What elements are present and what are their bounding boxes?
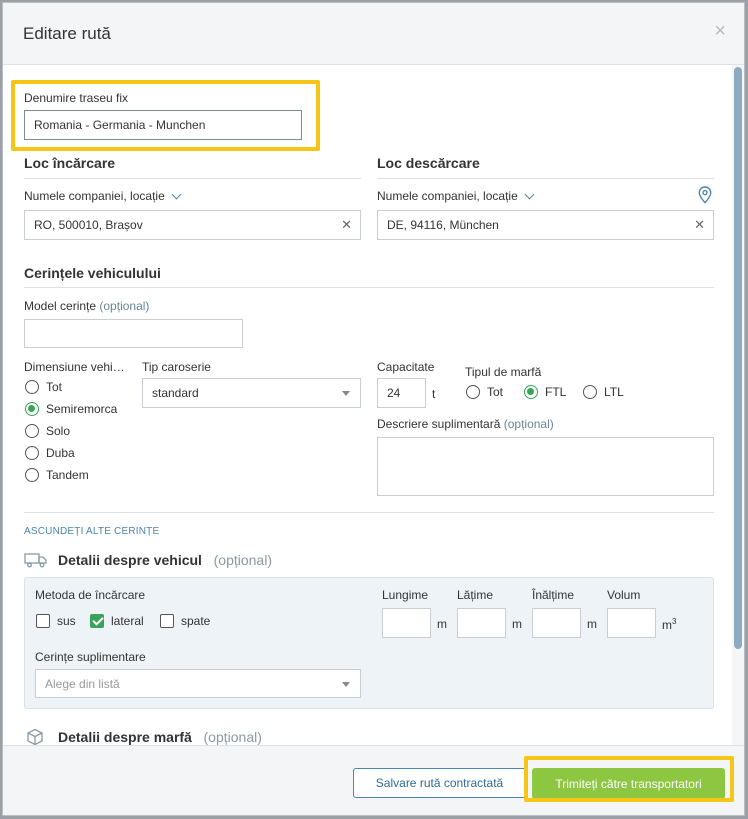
route-name-input[interactable]: Romania - Germania - Munchen	[24, 110, 302, 140]
unit-label: m	[437, 617, 447, 631]
divider	[24, 287, 714, 288]
loading-method-checkbox-spate[interactable]	[160, 614, 174, 628]
width-label: Lățime	[457, 588, 494, 602]
divider	[24, 178, 361, 179]
unit-label: m	[587, 617, 597, 631]
chevron-down-icon	[524, 189, 535, 200]
cargo-type-label: Tipul de marfă	[465, 365, 542, 379]
body-type-label: Tip caroserie	[142, 360, 211, 374]
send-to-carriers-button[interactable]: Trimiteți către transportatori	[532, 768, 725, 799]
capacity-input[interactable]: 24	[377, 378, 426, 408]
length-label: Lungime	[382, 588, 429, 602]
volume-unit: m3	[662, 617, 677, 632]
box-icon	[27, 728, 43, 746]
cargo-details-title: Detalii despre marfă (opțional)	[58, 729, 262, 745]
unit-label: m	[512, 617, 522, 631]
loading-method-checkbox-sus[interactable]	[36, 614, 50, 628]
chevron-down-icon	[171, 189, 182, 200]
dimension-option-label: Tandem	[46, 468, 89, 482]
cargo-type-option-label: FTL	[545, 385, 567, 399]
dimension-radio-solo[interactable]	[25, 424, 39, 438]
dimension-radio-semiremorca[interactable]	[25, 402, 39, 416]
caret-down-icon	[342, 391, 350, 396]
body-type-select[interactable]: standard	[142, 378, 361, 408]
divider	[377, 178, 714, 179]
modal-title: Editare rută	[23, 24, 111, 43]
unloading-company-dropdown[interactable]: Numele companiei, locație	[377, 189, 535, 203]
capacity-label: Capacitate	[377, 360, 435, 374]
location-pin-icon[interactable]	[698, 186, 712, 204]
clear-icon[interactable]: ✕	[341, 217, 352, 233]
cargo-type-radio-ftl[interactable]	[524, 385, 538, 399]
save-contracted-route-button[interactable]: Salvare rută contractată	[353, 768, 526, 798]
loading-company-dropdown-label: Numele companiei, locație	[24, 189, 165, 203]
unloading-company-dropdown-label: Numele companiei, locație	[377, 189, 518, 203]
edit-route-modal: Editare rută × Denumire traseu fix Roman…	[2, 2, 745, 816]
model-requirements-input[interactable]	[24, 319, 243, 348]
hide-more-requirements-link[interactable]: ASCUNDEȚI ALTE CERINȚE	[24, 526, 159, 537]
modal-header: Editare rută ×	[3, 3, 744, 65]
loading-method-option-label: sus	[57, 614, 76, 628]
unloading-section-title: Loc descărcare	[377, 155, 480, 171]
unloading-location-input[interactable]: DE, 94116, München ✕	[377, 210, 714, 240]
unloading-location-value: DE, 94116, München	[387, 218, 499, 232]
modal-footer: Salvare rută contractată Trimiteți către…	[3, 745, 744, 815]
dimension-radio-tot[interactable]	[25, 380, 39, 394]
truck-icon	[24, 553, 47, 568]
close-icon[interactable]: ×	[714, 21, 726, 41]
volume-input[interactable]	[607, 608, 656, 638]
loading-method-checkbox-lateral[interactable]	[90, 614, 104, 628]
extra-requirements-select[interactable]: Alege din listă	[35, 669, 361, 698]
dimension-option-label: Semiremorca	[46, 402, 118, 416]
loading-method-option-label: lateral	[111, 614, 144, 628]
scrollbar-thumb[interactable]	[734, 67, 742, 649]
dimension-option-label: Tot	[46, 380, 63, 394]
dimension-option-label: Solo	[46, 424, 71, 438]
dimension-radio-duba[interactable]	[25, 446, 39, 460]
loading-method-label: Metoda de încărcare	[35, 588, 146, 602]
caret-down-icon	[342, 681, 350, 687]
loading-company-dropdown[interactable]: Numele companiei, locație	[24, 189, 182, 203]
vehicle-requirements-title: Cerințele vehiculului	[24, 265, 161, 281]
loading-method-option-label: spate	[181, 614, 211, 628]
extra-requirements-placeholder: Alege din listă	[45, 676, 120, 691]
loading-location-input[interactable]: RO, 500010, Brașov ✕	[24, 210, 361, 240]
body-type-value: standard	[152, 386, 199, 400]
divider	[24, 512, 714, 513]
height-input[interactable]	[532, 608, 581, 638]
vehicle-details-title: Detalii despre vehicul (opțional)	[58, 552, 272, 568]
height-label: Înălțime	[532, 588, 575, 602]
volume-label: Volum	[607, 588, 641, 602]
dimension-radio-tandem[interactable]	[25, 468, 39, 482]
clear-icon[interactable]: ✕	[694, 217, 705, 233]
loading-section-title: Loc încărcare	[24, 155, 116, 171]
cargo-type-radio-ltl[interactable]	[583, 385, 597, 399]
cargo-type-option-label: LTL	[604, 385, 624, 399]
cargo-type-radio-tot[interactable]	[466, 385, 480, 399]
capacity-unit: t	[432, 387, 436, 401]
dimension-option-label: Duba	[46, 446, 75, 460]
width-input[interactable]	[457, 608, 506, 638]
extra-description-textarea[interactable]	[377, 437, 714, 496]
route-name-label: Denumire traseu fix	[24, 91, 129, 105]
model-requirements-label: Model cerințe (opțional)	[24, 299, 150, 313]
extra-requirements-label: Cerințe suplimentare	[35, 650, 146, 664]
extra-description-label: Descriere suplimentară (opțional)	[377, 417, 554, 431]
length-input[interactable]	[382, 608, 431, 638]
dimension-label: Dimensiune vehi…	[24, 360, 125, 374]
loading-location-value: RO, 500010, Brașov	[34, 218, 143, 232]
cargo-type-option-label: Tot	[487, 385, 504, 399]
